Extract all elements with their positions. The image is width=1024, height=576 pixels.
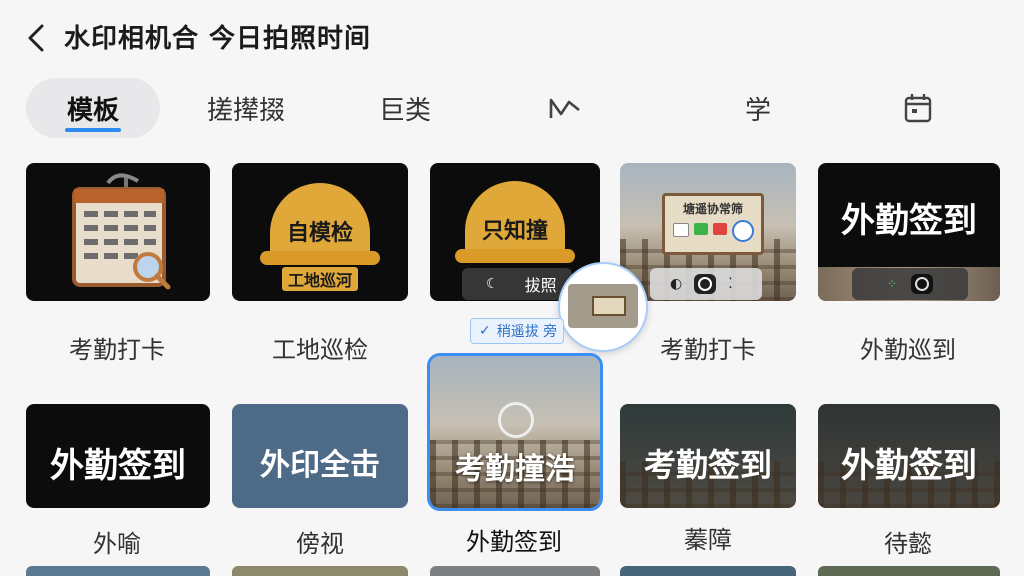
thumb-subtitle: 工地巡河: [282, 267, 358, 291]
thumb-title: 考勤签到: [643, 446, 772, 484]
template-card[interactable]: 外印全击: [232, 404, 408, 508]
template-card-partial[interactable]: [232, 566, 408, 576]
preview-photo: [568, 284, 638, 328]
camera-toolbar[interactable]: ☾ 拔照: [462, 268, 572, 300]
tab-5[interactable]: 学: [730, 78, 786, 138]
template-label: 考勤打卡: [69, 336, 165, 364]
template-card[interactable]: 外勤签到: [26, 404, 210, 508]
tab-3[interactable]: 巨类: [360, 78, 450, 138]
template-card[interactable]: 自模检 工地巡河: [232, 163, 408, 301]
active-tab-indicator: [65, 128, 121, 132]
template-card[interactable]: 考勤签到: [620, 404, 796, 508]
helmet-brim: [455, 249, 575, 263]
template-card[interactable]: [26, 163, 210, 301]
template-label: 蓁障: [684, 526, 732, 554]
tab-6[interactable]: [892, 78, 944, 138]
tab-label: 搓撵掇: [206, 95, 285, 126]
camera-toolbar[interactable]: ◐ ⁚: [650, 268, 762, 300]
thumb-title: 外勤签到: [841, 201, 977, 241]
tab-2[interactable]: 搓撵掇: [190, 78, 302, 138]
camera-icon: [694, 274, 717, 294]
person-icon: [498, 402, 534, 438]
indicator: [694, 223, 708, 235]
template-label: 工地巡检: [272, 336, 368, 364]
category-tabs: 模板 搓撵掇 巨类 学: [0, 78, 1024, 140]
template-label: 待懿: [884, 530, 932, 558]
thumb-title: 只知撞: [481, 219, 548, 244]
template-card-partial[interactable]: [430, 566, 600, 576]
template-card-partial[interactable]: [26, 566, 210, 576]
calendar-clipboard-icon: [72, 173, 171, 290]
template-card-partial[interactable]: [620, 566, 796, 576]
tab-label: 模板: [66, 95, 119, 126]
sign-board: 塘遥协常筛: [662, 193, 764, 255]
page-title: 水印相机合 今日拍照时间: [64, 24, 372, 54]
tab-4[interactable]: [540, 78, 590, 138]
flash-icon: ⁚: [728, 276, 733, 292]
tab-label: 巨类: [378, 95, 431, 126]
sign-indicators: [673, 220, 761, 242]
template-card[interactable]: 外勤签到: [818, 404, 1000, 508]
preview-bubble[interactable]: [558, 262, 648, 352]
template-card-selected[interactable]: 考勤撞浩: [427, 353, 603, 511]
dots-icon: ⁘: [886, 277, 898, 291]
tab-templates[interactable]: 模板: [26, 78, 160, 138]
thumb-title: 自模检: [286, 221, 353, 246]
template-label: 傍视: [296, 530, 344, 558]
indicator: [713, 223, 727, 235]
camera-icon: [911, 274, 934, 294]
back-button[interactable]: [20, 20, 52, 56]
tab-label: 学: [744, 95, 771, 126]
chevron-left-icon: [28, 24, 44, 52]
helmet-brim: [260, 251, 380, 265]
half-circle-icon: ◐: [670, 276, 683, 292]
camera-toolbar[interactable]: ⁘: [852, 268, 968, 300]
template-label: 外勤巡到: [860, 336, 956, 364]
template-card-partial[interactable]: [818, 566, 1000, 576]
app-header: 水印相机合 今日拍照时间: [0, 0, 1024, 76]
indicator: [673, 223, 689, 237]
template-label: 外喻: [93, 530, 141, 558]
thumb-title: 外勤签到: [841, 446, 977, 486]
check-icon: ✓: [479, 323, 491, 339]
eye-icon: ☾: [486, 276, 499, 292]
template-label: 考勤打卡: [660, 336, 756, 364]
thumb-title: 考勤撞浩: [455, 452, 575, 487]
template-label: 外勤签到: [466, 528, 562, 556]
calendar-icon: [904, 94, 932, 123]
selected-badge: ✓ 稍遥拔 旁: [470, 318, 564, 344]
preview-sign: [592, 296, 626, 316]
sign-text: 塘遥协常筛: [682, 202, 743, 216]
arrow-icon: [549, 98, 580, 118]
thumb-title: 外勤签到: [50, 446, 186, 486]
clock-icon: [732, 220, 754, 242]
badge-text: 稍遥拔 旁: [496, 324, 558, 340]
thumb-title: 外印全击: [260, 448, 380, 483]
toolbar-text: 拔照: [524, 276, 557, 295]
